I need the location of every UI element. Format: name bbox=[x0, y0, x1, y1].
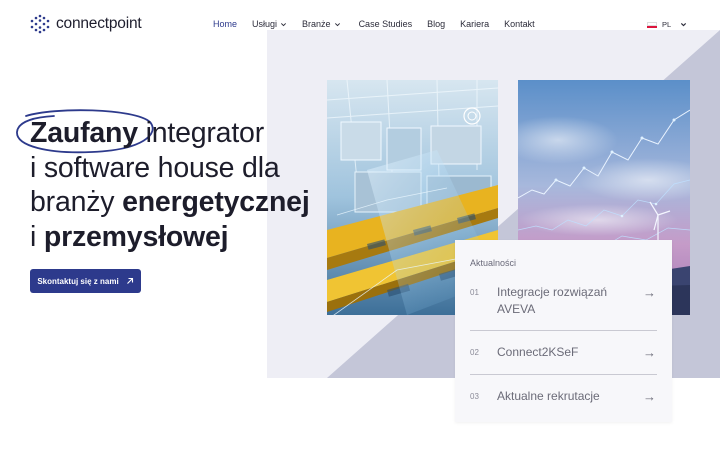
nav-kariera[interactable]: Kariera bbox=[460, 19, 489, 29]
news-item-text: Connect2KSeF bbox=[497, 345, 579, 359]
news-divider bbox=[470, 330, 657, 331]
hero-line-3-bold: energetycznej bbox=[122, 186, 310, 218]
news-item[interactable]: 01 Integracje rozwiązań AVEVA → bbox=[470, 284, 657, 318]
hero-line-1: Zaufany integrator bbox=[30, 116, 310, 151]
logo-text: connectpoint bbox=[56, 15, 142, 32]
chevron-down-icon bbox=[334, 22, 340, 26]
language-switcher[interactable]: PL bbox=[647, 20, 687, 29]
news-item-number: 03 bbox=[470, 392, 479, 401]
hero-line-2: i software house dla bbox=[30, 151, 280, 184]
arrow-right-icon: → bbox=[643, 345, 656, 360]
hero-line-3: branży energetycznej bbox=[30, 185, 310, 220]
site-header: connectpoint Home Usługi Branże Case Stu… bbox=[0, 0, 720, 50]
nav-case-studies[interactable]: Case Studies bbox=[359, 19, 413, 29]
news-item-text: Integracje rozwiązań AVEVA bbox=[497, 285, 608, 316]
hero-line-1-rest: integrator bbox=[137, 117, 265, 149]
logo[interactable]: connectpoint bbox=[30, 14, 142, 34]
nav-kontakt[interactable]: Kontakt bbox=[504, 19, 535, 29]
nav-uslugi[interactable]: Usługi bbox=[252, 19, 287, 29]
arrow-up-right-icon bbox=[126, 277, 133, 284]
contact-cta-label: Skontaktuj się z nami bbox=[37, 276, 119, 286]
chevron-down-icon bbox=[281, 22, 287, 26]
contact-cta-button[interactable]: Skontaktuj się z nami bbox=[30, 269, 141, 293]
news-divider bbox=[470, 374, 657, 375]
nav-branze-label: Branże bbox=[302, 19, 331, 29]
nav-kontakt-label: Kontakt bbox=[504, 19, 535, 29]
hero-heading: Zaufany integrator i software house dla … bbox=[30, 116, 310, 254]
hero-highlight-word: Zaufany bbox=[30, 117, 138, 149]
main-nav: Home Usługi Branże Case Studies Blog Kar… bbox=[213, 19, 535, 29]
dot-grid-logo-icon bbox=[30, 14, 50, 34]
hero-line-3-prefix: branży bbox=[30, 186, 123, 218]
chevron-down-icon bbox=[681, 23, 687, 27]
nav-home[interactable]: Home bbox=[213, 19, 237, 29]
nav-case-studies-label: Case Studies bbox=[358, 19, 413, 29]
news-title: Aktualności bbox=[470, 258, 517, 268]
arrow-right-icon: → bbox=[643, 285, 656, 300]
nav-branze[interactable]: Branże bbox=[302, 19, 341, 29]
news-item-number: 01 bbox=[470, 288, 479, 297]
news-item-text: Aktualne rekrutacje bbox=[497, 389, 600, 403]
nav-blog-label: Blog bbox=[427, 19, 446, 29]
hero-line-4-bold: przemysłowej bbox=[43, 220, 229, 253]
nav-uslugi-label: Usługi bbox=[252, 19, 278, 29]
hero-line-4: i przemysłowej bbox=[30, 220, 310, 255]
poland-flag-icon bbox=[647, 21, 657, 28]
language-label: PL bbox=[662, 20, 672, 29]
news-card: Aktualności 01 Integracje rozwiązań AVEV… bbox=[455, 240, 672, 422]
nav-blog[interactable]: Blog bbox=[427, 19, 445, 29]
arrow-right-icon: → bbox=[643, 389, 656, 404]
nav-kariera-label: Kariera bbox=[460, 19, 490, 29]
news-item[interactable]: 03 Aktualne rekrutacje → bbox=[470, 388, 657, 405]
hero-line-4-prefix: i bbox=[30, 220, 44, 253]
nav-home-label: Home bbox=[213, 19, 238, 29]
news-item-number: 02 bbox=[470, 348, 479, 357]
news-item[interactable]: 02 Connect2KSeF → bbox=[470, 344, 657, 361]
